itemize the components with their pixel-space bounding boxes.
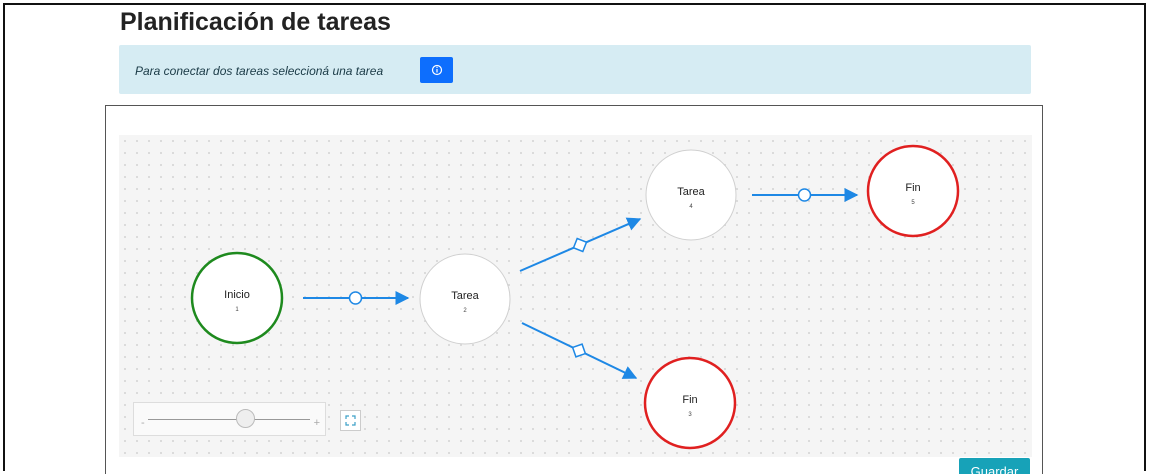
node-end-3[interactable]: Fin3	[643, 356, 737, 450]
node-label: Fin	[682, 394, 697, 406]
zoom-in-label[interactable]: +	[314, 417, 320, 429]
edge-circle-marker[interactable]	[348, 291, 363, 305]
zoom-control: - +	[133, 402, 326, 436]
edge-diamond-marker[interactable]	[571, 343, 587, 358]
save-button[interactable]: Guardar	[959, 458, 1030, 474]
node-label: Fin	[905, 182, 920, 194]
node-task-2[interactable]: Tarea2	[419, 253, 511, 345]
zoom-slider-handle[interactable]	[235, 409, 255, 428]
expand-icon	[345, 415, 356, 426]
zoom-slider-track[interactable]	[148, 419, 310, 420]
node-label: Inicio	[224, 289, 250, 301]
node-label: Tarea	[677, 186, 705, 198]
node-end-5[interactable]: Fin5	[866, 144, 960, 238]
fullscreen-button[interactable]	[340, 410, 361, 431]
node-task-4[interactable]: Tarea4	[645, 149, 737, 241]
node-label: Tarea	[451, 290, 479, 302]
edge-circle-marker[interactable]	[797, 188, 812, 202]
zoom-out-label[interactable]: -	[141, 417, 145, 429]
node-start-1[interactable]: Inicio1	[190, 251, 284, 345]
edge-diamond-marker[interactable]	[572, 237, 588, 253]
